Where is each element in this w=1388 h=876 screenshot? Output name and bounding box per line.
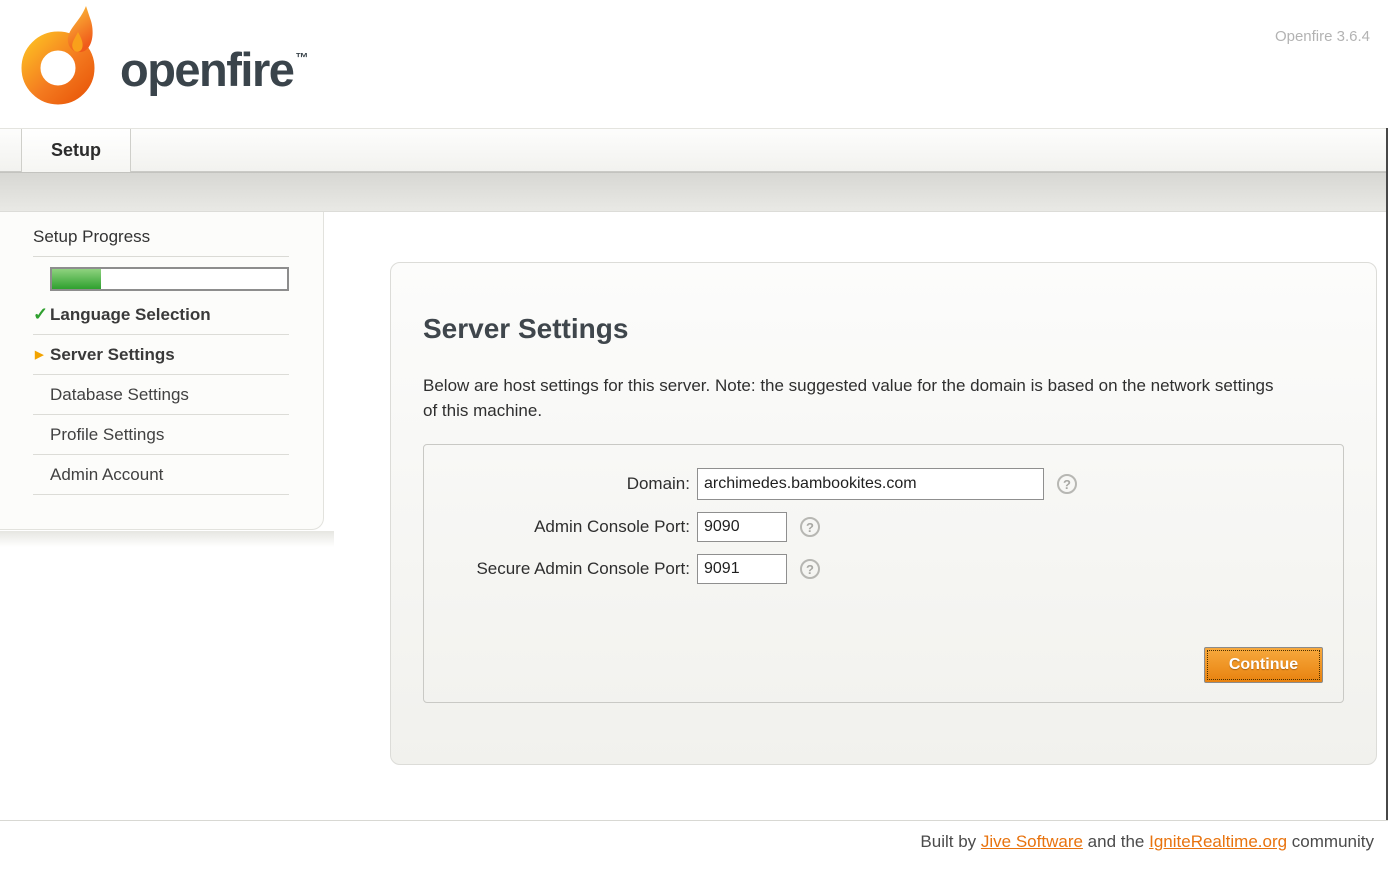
footer-text-prefix: Built by — [920, 832, 980, 851]
header: openfire™ Openfire 3.6.4 — [0, 0, 1388, 128]
sidebar-item-label: Server Settings — [50, 345, 175, 364]
help-icon[interactable]: ? — [800, 559, 820, 579]
form-row-domain: Domain: ? — [424, 468, 1343, 500]
footer: Built by Jive Software and the IgniteRea… — [0, 820, 1388, 852]
footer-credits: Built by Jive Software and the IgniteRea… — [0, 832, 1388, 852]
igniterealtime-link[interactable]: IgniteRealtime.org — [1149, 832, 1287, 851]
sidebar-item-server-settings[interactable]: ▶ Server Settings — [33, 335, 289, 375]
progress-fill — [52, 269, 101, 289]
sidebar-title: Setup Progress — [33, 212, 289, 257]
help-icon[interactable]: ? — [800, 517, 820, 537]
sidebar-item-database-settings[interactable]: Database Settings — [33, 375, 289, 415]
logo-wordmark: openfire™ — [120, 42, 307, 97]
page-description: Below are host settings for this server.… — [423, 373, 1288, 423]
setup-progress-sidebar: Setup Progress ✓ Language Selection ▶ Se… — [0, 212, 324, 530]
flame-icon — [20, 6, 104, 108]
main-content-panel: Server Settings Below are host settings … — [390, 262, 1377, 765]
footer-text-middle: and the — [1083, 832, 1149, 851]
sidebar-item-language-selection[interactable]: ✓ Language Selection — [33, 295, 289, 335]
current-step-arrow-icon: ▶ — [35, 348, 43, 361]
sidebar-item-label: Database Settings — [50, 385, 189, 404]
form-row-secure-admin-port: Secure Admin Console Port: ? — [424, 554, 1343, 584]
sidebar-item-profile-settings[interactable]: Profile Settings — [33, 415, 289, 455]
tab-bar: Setup — [0, 128, 1388, 172]
sidebar-item-label: Profile Settings — [50, 425, 164, 444]
trademark-symbol: ™ — [295, 50, 307, 65]
openfire-logo: openfire™ — [20, 6, 307, 108]
admin-console-port-input[interactable] — [697, 512, 787, 542]
openfire-setup-page: openfire™ Openfire 3.6.4 Setup Setup Pro… — [0, 0, 1388, 876]
continue-button[interactable]: Continue — [1204, 647, 1323, 683]
sidebar-item-label: Admin Account — [50, 465, 163, 484]
secure-admin-console-port-label: Secure Admin Console Port: — [424, 559, 697, 579]
sub-nav-bar — [0, 172, 1388, 212]
domain-label: Domain: — [424, 474, 697, 494]
check-icon: ✓ — [33, 304, 48, 325]
progress-bar — [50, 267, 289, 291]
server-settings-form: Domain: ? Admin Console Port: ? Secure A… — [423, 444, 1344, 703]
sidebar-item-label: Language Selection — [50, 305, 211, 324]
secure-admin-console-port-input[interactable] — [697, 554, 787, 584]
setup-steps-list: ✓ Language Selection ▶ Server Settings D… — [33, 295, 289, 495]
sidebar-item-admin-account[interactable]: Admin Account — [33, 455, 289, 495]
admin-console-port-label: Admin Console Port: — [424, 517, 697, 537]
version-label: Openfire 3.6.4 — [1275, 28, 1370, 45]
form-row-admin-port: Admin Console Port: ? — [424, 512, 1343, 542]
page-title: Server Settings — [423, 313, 628, 345]
jive-software-link[interactable]: Jive Software — [981, 832, 1083, 851]
footer-text-suffix: community — [1287, 832, 1374, 851]
help-icon[interactable]: ? — [1057, 474, 1077, 494]
tab-setup[interactable]: Setup — [21, 129, 131, 172]
sidebar-shadow — [0, 531, 334, 547]
domain-input[interactable] — [697, 468, 1044, 500]
